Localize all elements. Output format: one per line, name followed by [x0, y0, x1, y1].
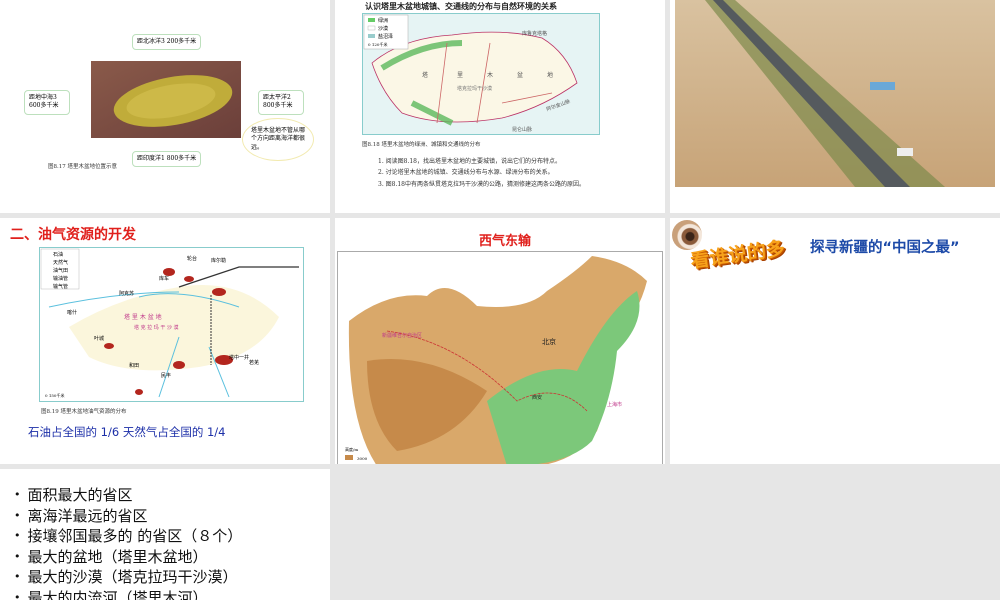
badge-title: 看谁说的多: [689, 237, 787, 273]
slide-thumbnail-7[interactable]: 面积最大的省区 离海洋最远的省区 接壤邻国最多的 的省区（８个） 最大的盆地（塔…: [0, 469, 330, 600]
svg-text:塔中一井: 塔中一井: [229, 354, 249, 361]
legend-field: 油气田: [53, 267, 68, 274]
legend-title: 高度/m: [345, 446, 358, 452]
list-item: 最大的内流河（塔里木河）: [14, 588, 242, 600]
slide-title: 探寻新疆的“中国之最”: [810, 240, 960, 256]
svg-text:3000: 3000: [357, 456, 368, 461]
oil-gas-map: 石油 天然气 油气田 输油管 输气管 库尔勒 轮台 库车 阿克苏 喀什 塔中一井…: [39, 247, 304, 402]
scale-bar: 0 150千米: [45, 392, 64, 398]
figure-caption: 图8.18 塔里木盆地的绿洲、城镇和交通线的分布: [362, 142, 481, 148]
svg-text:若羌: 若羌: [249, 359, 259, 366]
svg-text:上海市: 上海市: [607, 401, 622, 408]
svg-text:民丰: 民丰: [161, 372, 171, 379]
svg-text:新疆维吾尔自治区: 新疆维吾尔自治区: [382, 332, 422, 339]
question-2: 2. 讨论塔里木盆地的城镇、交通线分布与水源、绿洲分布的关系。: [378, 169, 554, 177]
svg-text:昆仑山脉: 昆仑山脉: [512, 126, 532, 133]
svg-text:塔 里 木 盆 地: 塔 里 木 盆 地: [124, 313, 162, 321]
west-distance-label: 距地中海3 600多千米: [24, 90, 70, 115]
svg-text:西安: 西安: [532, 394, 542, 401]
legend-oil-pipe: 输油管: [53, 275, 68, 282]
list-item: 接壤邻国最多的 的省区（８个）: [14, 526, 243, 547]
svg-text:阿克苏: 阿克苏: [119, 290, 134, 297]
note-bubble: 塔里木盆地不管从哪个方向距离海洋都很远。: [242, 118, 314, 162]
list-item: 最大的盆地（塔里木盆地）: [14, 547, 242, 568]
legend-gas-pipe: 输气管: [53, 283, 68, 290]
svg-text:木: 木: [487, 71, 493, 79]
slide-thumbnail-5[interactable]: 西气东输 北京 上海市 西安 新疆维吾尔自治区 高度/m 3000: [335, 218, 665, 464]
south-distance-label: 距印度洋1 800多千米: [132, 151, 202, 168]
list-item: 面积最大的省区: [14, 485, 242, 506]
svg-text:叶城: 叶城: [94, 335, 104, 342]
list-item: 最大的沙漠（塔克拉玛干沙漠）: [14, 567, 242, 588]
north-distance-label: 距北冰洋3 200多千米: [132, 34, 202, 51]
list-item: 离海洋最远的省区: [14, 506, 242, 527]
slide-heading: 认识塔里木盆地城镇、交通线的分布与自然环境的关系: [365, 1, 557, 11]
svg-text:北京: 北京: [542, 337, 556, 346]
svg-text:地: 地: [547, 71, 553, 79]
svg-text:库车: 库车: [159, 275, 169, 282]
slide-thumbnail-4[interactable]: 二、油气资源的开发 石油 天然气 油气田 输油管 输气管 库尔勒 轮台 库车 阿…: [0, 218, 330, 464]
svg-text:塔: 塔: [422, 71, 428, 79]
svg-text:库尔勒: 库尔勒: [211, 257, 226, 264]
oasis-map: 绿洲 沙漠 盐沼泽 0 120千米 塔 里 木 盆 地 塔克拉玛干沙漠 阿尔金山…: [362, 13, 600, 135]
slide-title: 二、油气资源的开发: [10, 227, 136, 243]
question-3: 3. 图8.18中有两条纵贯塔克拉玛干沙漠的公路，猜测修建这两条公路的原因。: [378, 180, 585, 188]
superlatives-list: 面积最大的省区 离海洋最远的省区 接壤邻国最多的 的省区（８个） 最大的盆地（塔…: [14, 485, 243, 600]
legend-gas: 天然气: [53, 259, 68, 266]
slide-title: 西气东输: [479, 234, 532, 249]
slide-thumbnail-1[interactable]: 距北冰洋3 200多千米 距地中海3 600多千米 距太平洋2 800多千米 距…: [0, 0, 330, 213]
svg-text:里: 里: [457, 72, 463, 79]
tarim-basin-image: [91, 61, 241, 138]
slide-thumbnail-6[interactable]: 看谁说的多 探寻新疆的“中国之最”: [670, 218, 1000, 464]
question-1: 1. 阅读图8.18，找出塔里木盆地的主要城镇，说出它们的分布特点。: [378, 158, 561, 165]
figure-caption: 图8.19 塔里木盆地油气资源的分布: [41, 409, 127, 415]
legend-salt-marsh: 盐沼泽: [378, 33, 393, 40]
china-map: 北京 上海市 西安 新疆维吾尔自治区 高度/m 3000: [337, 251, 663, 464]
slide-thumbnail-3[interactable]: [670, 0, 1000, 213]
legend-oil: 石油: [53, 251, 63, 258]
svg-text:库鲁克塔格: 库鲁克塔格: [522, 30, 547, 37]
figure-caption: 图8.17 塔里木盆地位置示意: [48, 164, 117, 170]
scale-bar: 0 120千米: [368, 41, 387, 47]
svg-text:塔克拉玛干沙漠: 塔克拉玛干沙漠: [457, 85, 492, 92]
resource-stat: 石油占全国的 1/6 天然气占全国的 1/4: [28, 425, 226, 439]
svg-text:喀什: 喀什: [67, 309, 77, 316]
desert-highway-photo: [675, 0, 995, 187]
east-distance-label: 距太平洋2 800多千米: [258, 90, 304, 115]
slide-thumbnail-2[interactable]: 认识塔里木盆地城镇、交通线的分布与自然环境的关系 绿洲 沙漠 盐沼泽 0 120…: [335, 0, 665, 213]
svg-text:盆: 盆: [517, 71, 523, 79]
legend-desert: 沙漠: [378, 25, 388, 32]
legend-oasis: 绿洲: [378, 17, 388, 24]
svg-text:轮台: 轮台: [187, 255, 197, 262]
svg-text:和田: 和田: [129, 362, 139, 369]
svg-text:塔 克 拉 玛 干 沙 漠: 塔 克 拉 玛 干 沙 漠: [134, 324, 179, 331]
